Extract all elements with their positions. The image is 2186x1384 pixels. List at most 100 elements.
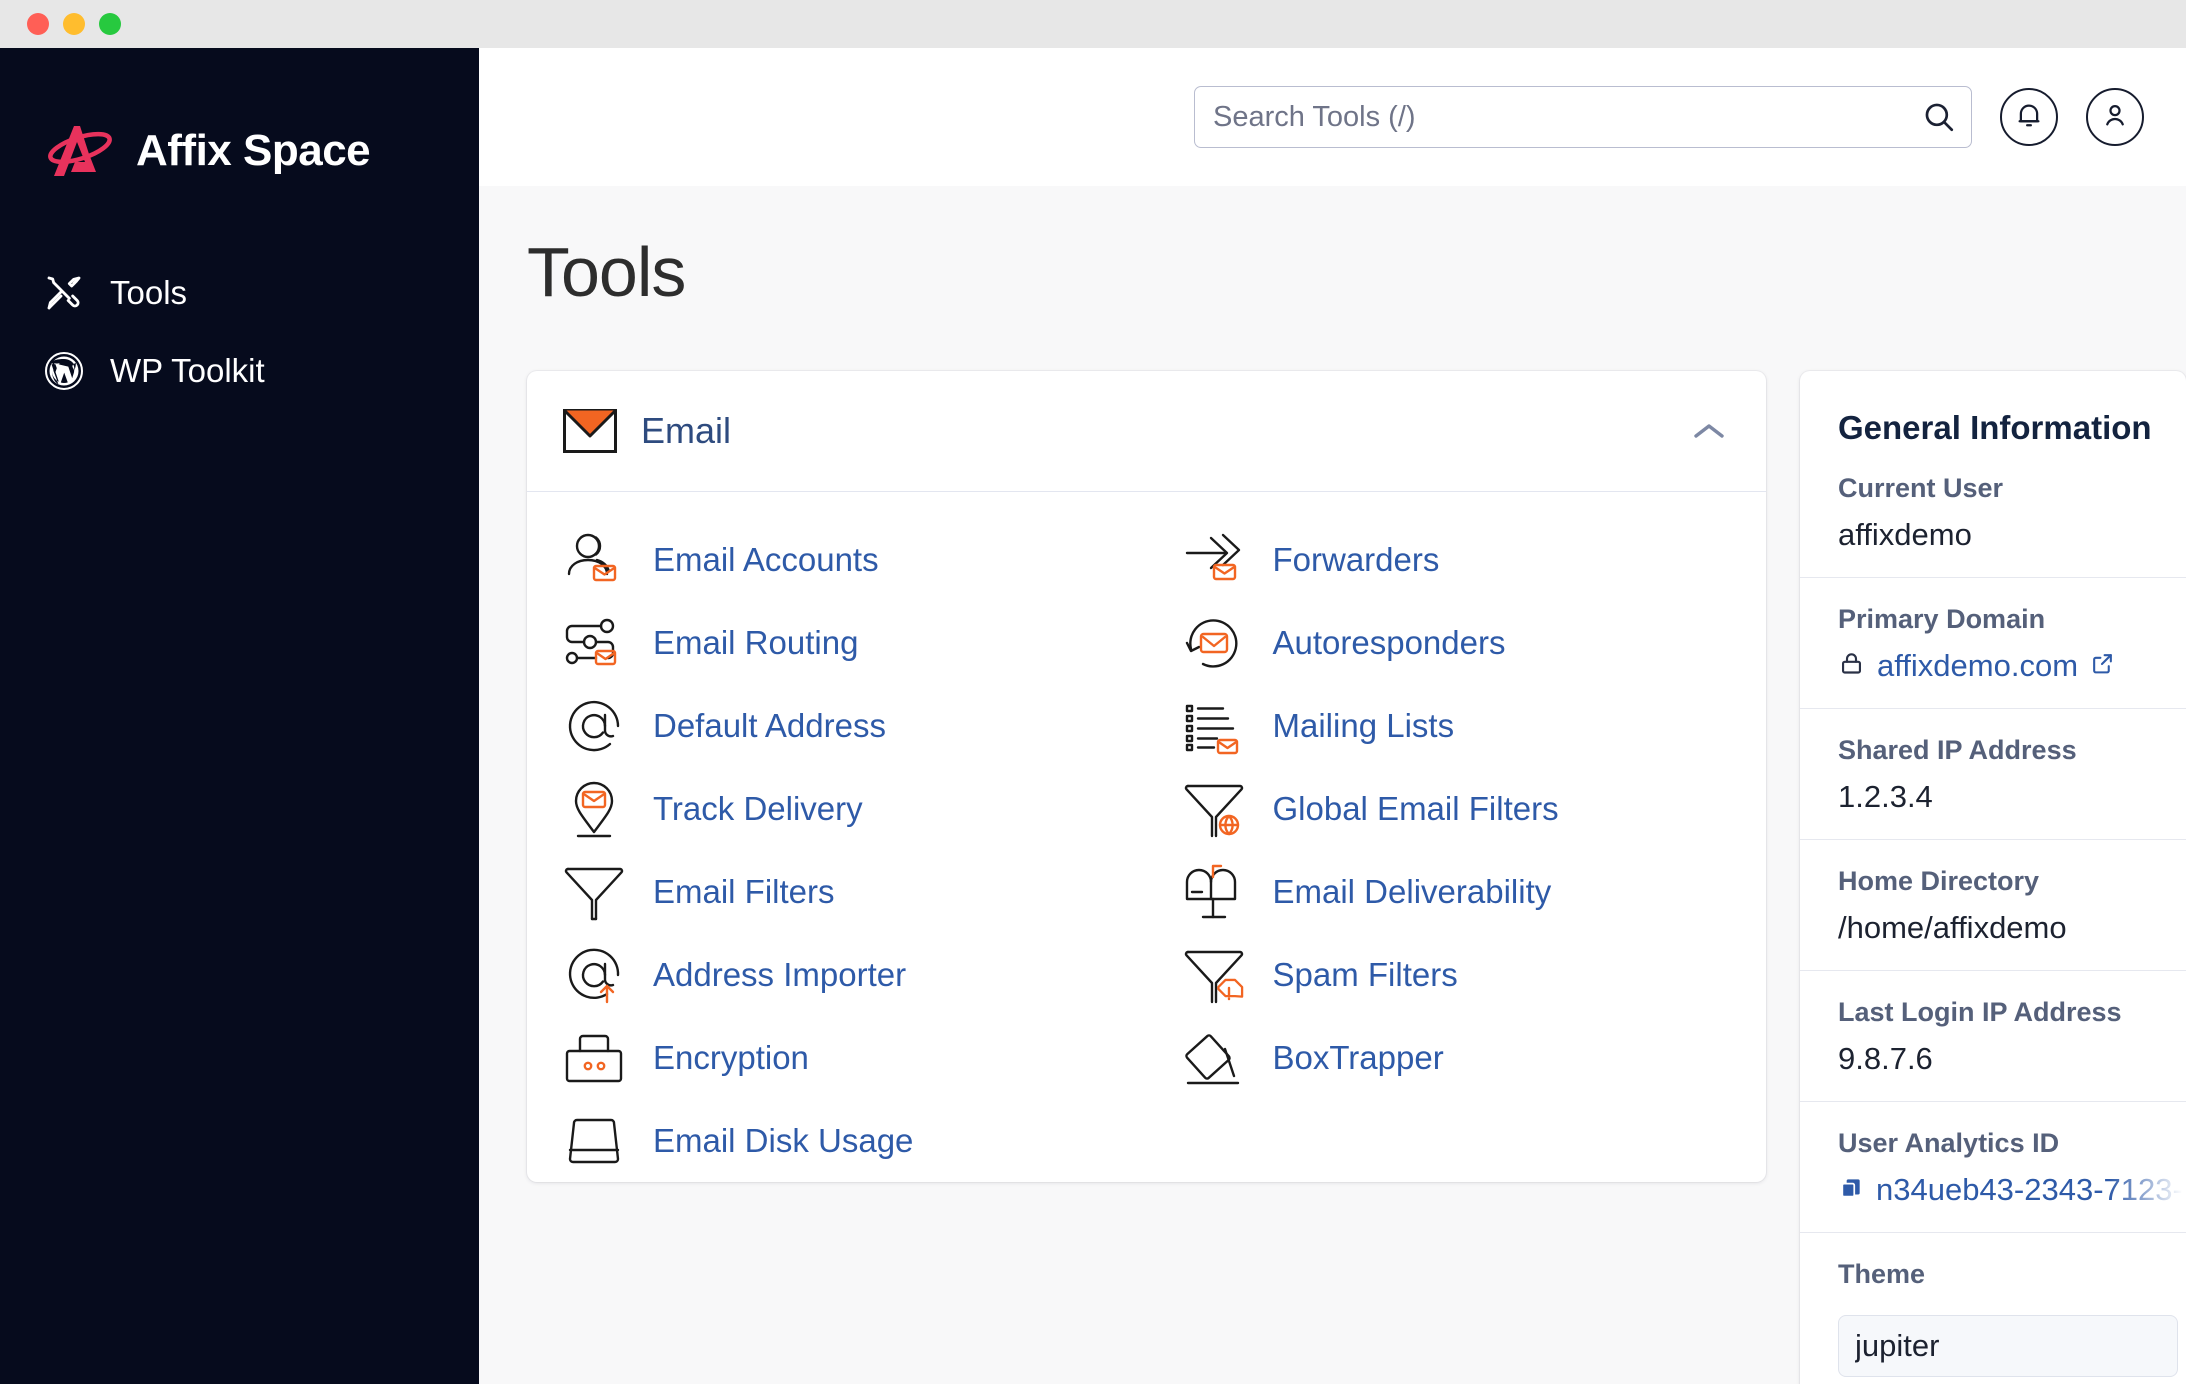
notifications-button[interactable] [2000,88,2058,146]
search-input[interactable] [1194,86,1972,148]
info-label: Theme [1838,1259,1926,1289]
brand-name: Affix Space [136,126,371,175]
boxtrapper-icon [1183,1027,1245,1089]
sidebar-item-label-wp-toolkit: WP Toolkit [110,352,265,389]
info-row-last-login-ip: Last Login IP Address 9.8.7.6 [1800,971,2186,1102]
email-section-title: Email [641,410,732,451]
tool-global-email-filters[interactable]: Global Email Filters [1147,767,1767,850]
brand-logo-area[interactable]: Affix Space [0,48,479,182]
tool-autoresponders[interactable]: Autoresponders [1147,601,1767,684]
mailbox-icon [1183,861,1245,923]
tool-label: Spam Filters [1272,955,1458,993]
tool-label: Mailing Lists [1272,706,1455,744]
envelope-icon [563,409,617,453]
disk-usage-icon [563,1110,625,1172]
sidebar-item-tools[interactable]: Tools [0,254,479,332]
tool-label: Encryption [653,1038,809,1076]
sidebar-nav: Tools WP Toolkit [0,254,479,410]
tool-label: Email Routing [653,623,859,661]
primary-domain-value[interactable]: affixdemo.com [1838,648,2186,684]
general-information-title: General Information [1838,409,2152,446]
external-link-icon[interactable] [2090,651,2115,681]
window-close-button[interactable] [27,13,49,35]
tool-boxtrapper[interactable]: BoxTrapper [1147,1016,1767,1099]
user-envelope-icon [563,529,625,591]
general-information-card: General Information Current User affixde… [1800,371,2186,1384]
tool-label: Email Filters [653,872,835,910]
tool-label: Autoresponders [1272,623,1506,661]
tool-email-routing[interactable]: Email Routing [527,601,1147,684]
search-icon[interactable] [1922,100,1956,134]
tool-email-disk-usage[interactable]: Email Disk Usage [527,1099,1147,1182]
affix-star-logo-icon [44,120,116,182]
copy-icon[interactable] [1838,1175,1864,1206]
email-tools-grid: Email Accounts Forwarders Email Routing … [527,492,1766,1182]
arrow-forward-envelope-icon [1183,529,1245,591]
pin-envelope-icon [563,778,625,840]
main-content: Tools Email Email Accounts Forwarders Em… [479,186,2186,1384]
info-row-home-directory: Home Directory /home/affixdemo [1800,840,2186,971]
info-value: affixdemo [1838,517,1972,552]
tool-label: BoxTrapper [1272,1038,1444,1076]
tool-label: Email Deliverability [1272,872,1552,910]
lock-box-icon [563,1027,625,1089]
info-value: /home/affixdemo [1838,910,2067,945]
user-analytics-id-value[interactable]: n34ueb43-2343-7123-lk96-v [1838,1172,2186,1208]
info-row-shared-ip: Shared IP Address 1.2.3.4 [1800,709,2186,840]
theme-input[interactable] [1838,1315,2178,1377]
tool-address-importer[interactable]: Address Importer [527,933,1147,1016]
tool-label: Global Email Filters [1272,789,1559,827]
tool-label: Default Address [653,706,886,744]
tool-email-filters[interactable]: Email Filters [527,850,1147,933]
funnel-globe-icon [1183,778,1245,840]
email-section-header[interactable]: Email [527,371,1766,491]
tool-spam-filters[interactable]: Spam Filters [1147,933,1767,1016]
tool-email-accounts[interactable]: Email Accounts [527,518,1147,601]
list-envelope-icon [1183,695,1245,757]
info-label: Primary Domain [1838,604,2046,634]
account-button[interactable] [2086,88,2144,146]
info-row-primary-domain: Primary Domain affixdemo.com [1800,578,2186,709]
tool-label: Email Accounts [653,540,879,578]
window-zoom-button[interactable] [99,13,121,35]
at-sign-icon [563,695,625,757]
funnel-icon [563,861,625,923]
tool-grid-spacer [1147,1099,1767,1182]
info-label: Shared IP Address [1838,735,2077,765]
tool-default-address[interactable]: Default Address [527,684,1147,767]
bell-icon [2014,100,2044,135]
routing-envelope-icon [563,612,625,674]
window-title-bar [0,0,2186,48]
top-header-bar [479,48,2186,186]
info-row-theme: Theme [1800,1233,2186,1384]
refresh-envelope-icon [1183,612,1245,674]
tool-encryption[interactable]: Encryption [527,1016,1147,1099]
tool-mailing-lists[interactable]: Mailing Lists [1147,684,1767,767]
tool-label: Email Disk Usage [653,1121,914,1159]
primary-domain-link[interactable]: affixdemo.com [1877,648,2078,684]
funnel-alert-icon [1183,944,1245,1006]
at-upload-icon [563,944,625,1006]
chevron-up-icon[interactable] [1692,420,1726,442]
tool-email-deliverability[interactable]: Email Deliverability [1147,850,1767,933]
info-row-user-analytics-id: User Analytics ID n34ueb43-2343-7123-lk9… [1800,1102,2186,1233]
sidebar-item-label-tools: Tools [110,274,188,311]
info-value: 1.2.3.4 [1838,779,1933,814]
tool-label: Forwarders [1272,540,1440,578]
email-section-card: Email Email Accounts Forwarders Email Ro… [527,371,1766,1182]
panels-row: Email Email Accounts Forwarders Email Ro… [527,371,2186,1384]
wordpress-icon [44,351,84,391]
tool-label: Address Importer [653,955,907,993]
tool-track-delivery[interactable]: Track Delivery [527,767,1147,850]
info-label: User Analytics ID [1838,1128,2060,1158]
search-box [1194,86,1972,148]
page-title: Tools [527,233,686,311]
window-minimize-button[interactable] [63,13,85,35]
tools-icon [44,273,84,313]
sidebar-item-wp-toolkit[interactable]: WP Toolkit [0,332,479,410]
lock-icon [1838,650,1865,682]
user-analytics-id-link[interactable]: n34ueb43-2343-7123-lk96-v [1876,1172,2186,1208]
info-label: Current User [1838,473,2004,503]
info-label: Last Login IP Address [1838,997,2122,1027]
tool-forwarders[interactable]: Forwarders [1147,518,1767,601]
